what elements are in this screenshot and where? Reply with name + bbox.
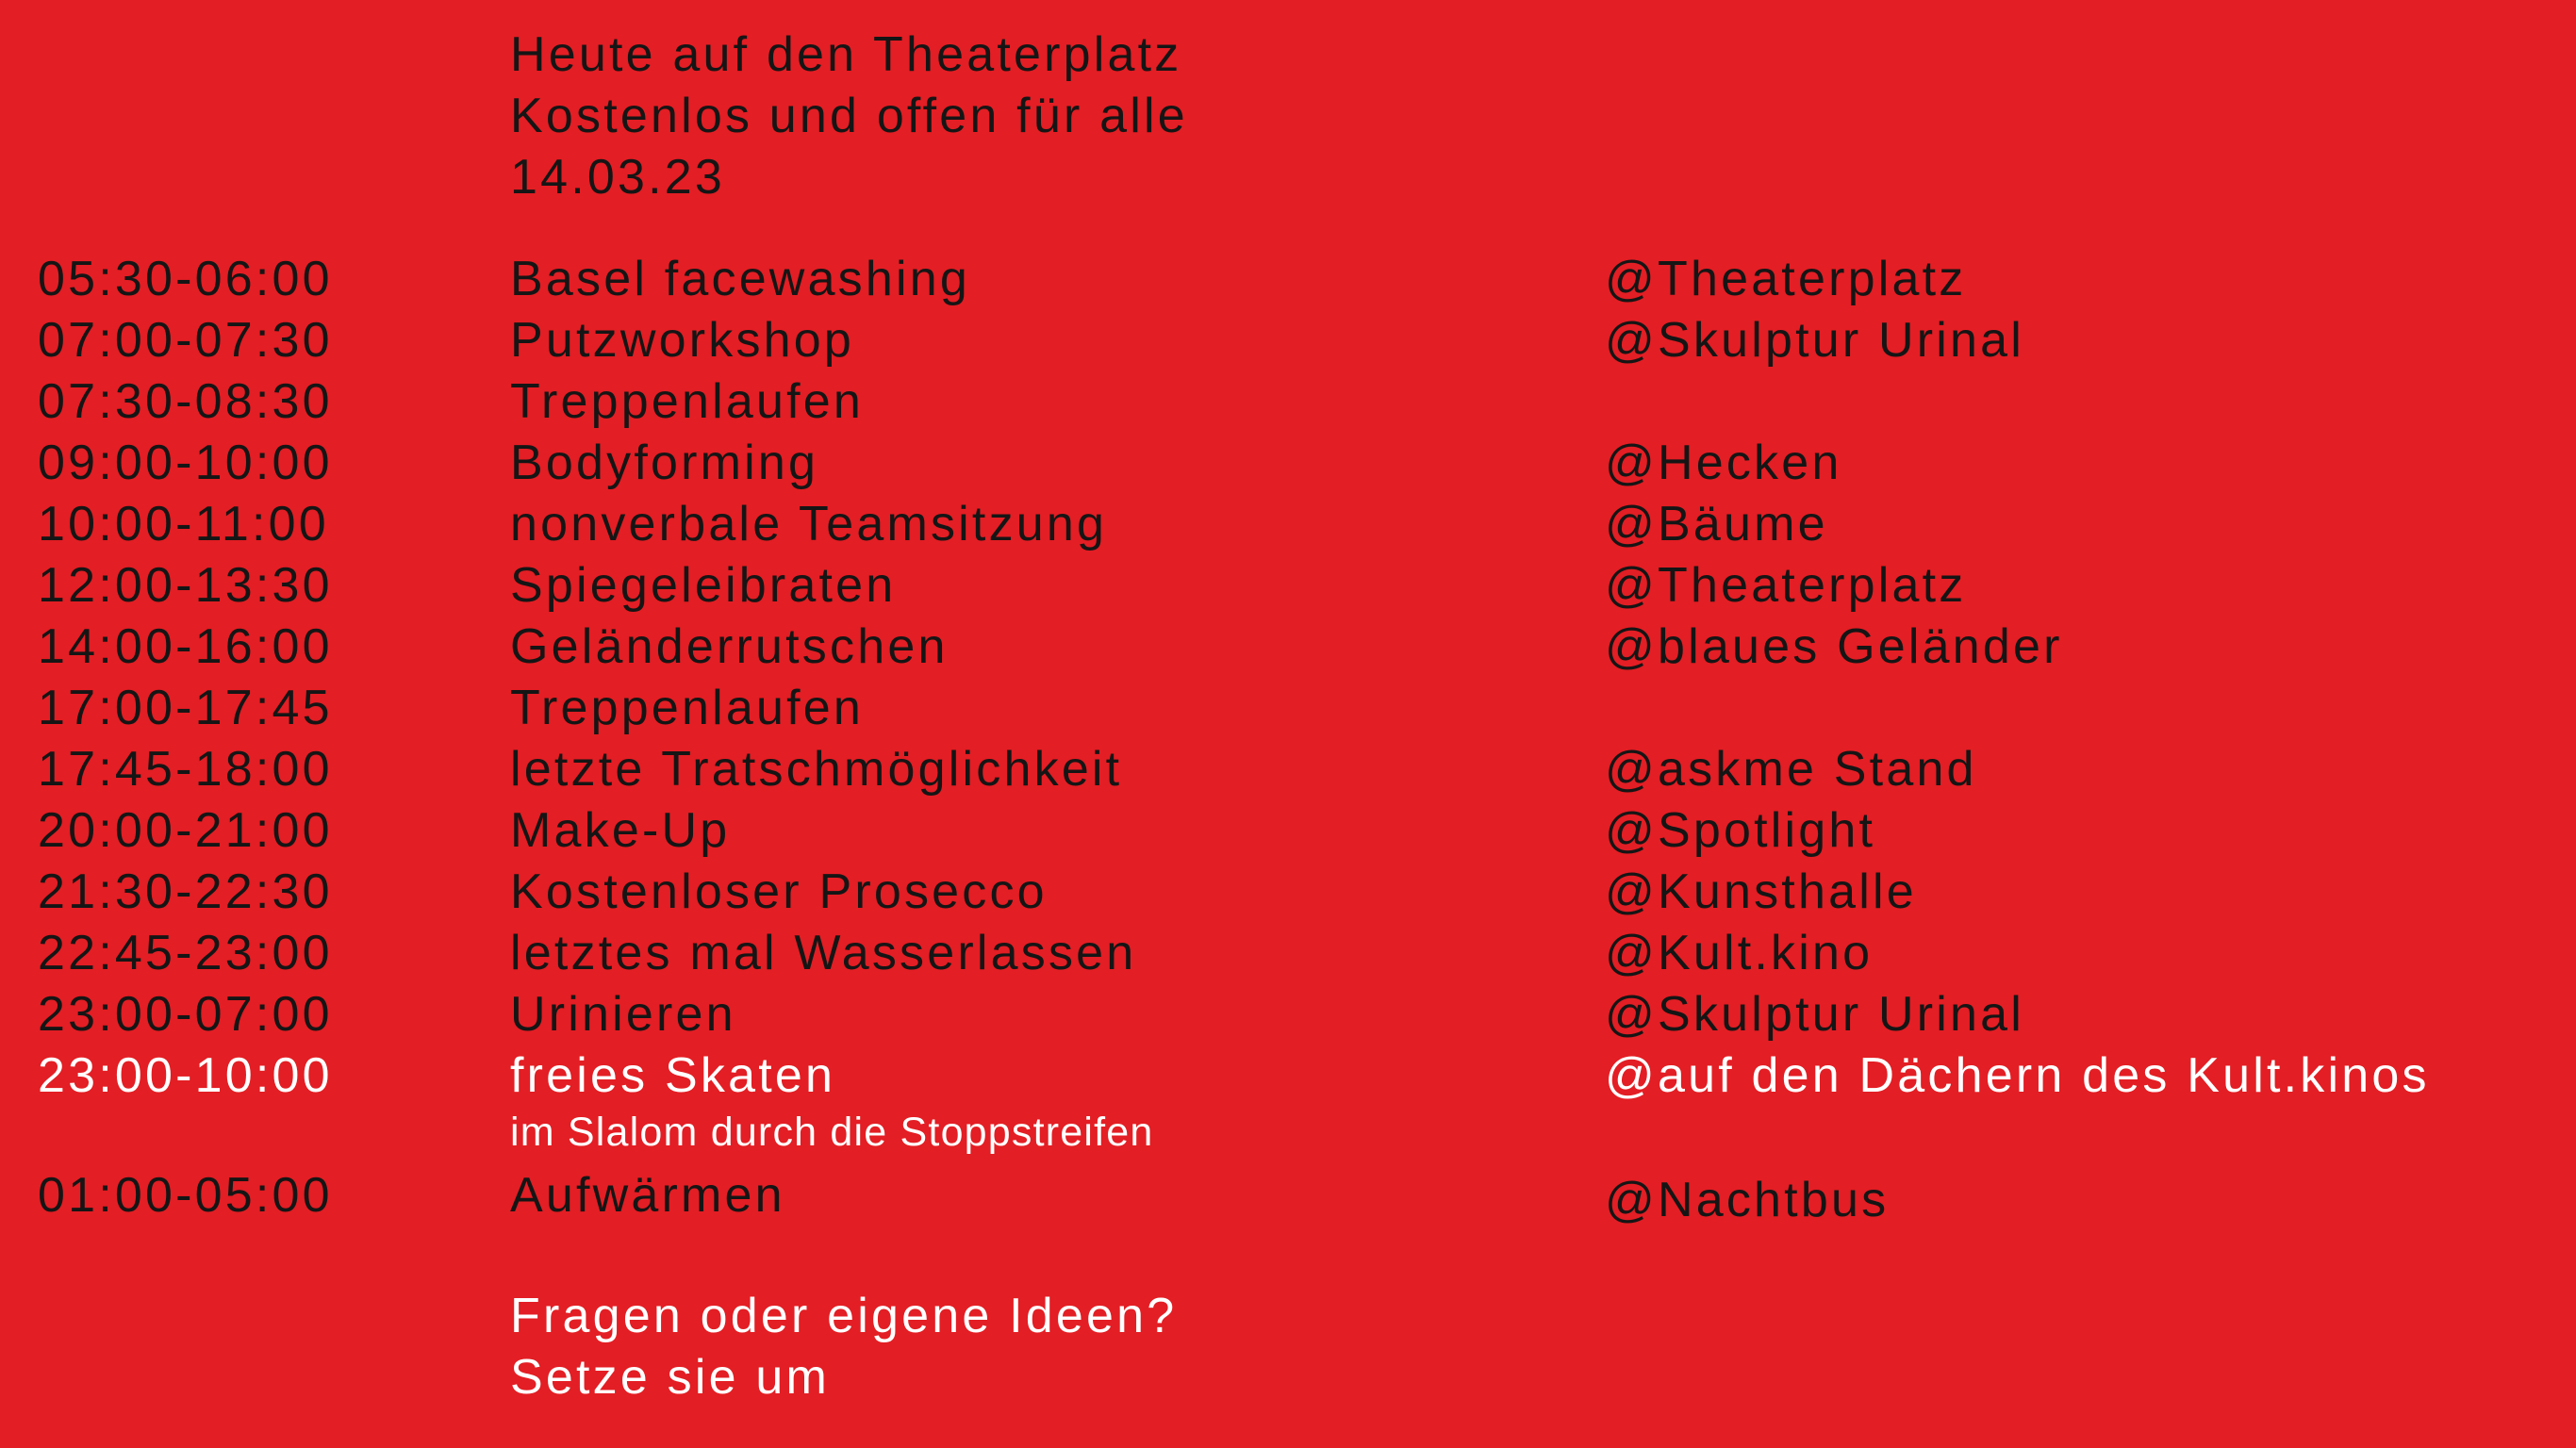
schedule-location: @Bäume bbox=[1605, 497, 1828, 551]
schedule-location: @Skulptur Urinal bbox=[1605, 987, 2025, 1042]
schedule-time: 20:00-21:00 bbox=[38, 803, 333, 858]
schedule-event: Kostenloser Prosecco bbox=[510, 864, 1048, 919]
schedule-time: 22:45-23:00 bbox=[38, 926, 333, 980]
footer-call-to-action: Setze sie um bbox=[510, 1350, 830, 1405]
schedule-time: 17:00-17:45 bbox=[38, 681, 333, 735]
schedule-time: 10:00-11:00 bbox=[38, 497, 329, 551]
schedule-time: 05:30-06:00 bbox=[38, 252, 333, 306]
schedule-location: @Theaterplatz bbox=[1605, 558, 1967, 613]
schedule-time: 07:30-08:30 bbox=[38, 374, 333, 429]
schedule-event: Bodyforming bbox=[510, 436, 819, 490]
schedule-time: 21:30-22:30 bbox=[38, 864, 333, 919]
schedule-time: 12:00-13:30 bbox=[38, 558, 333, 613]
schedule-time: 23:00-07:00 bbox=[38, 987, 333, 1042]
schedule-event: Putzworkshop bbox=[510, 313, 854, 368]
schedule-event: nonverbale Teamsitzung bbox=[510, 497, 1108, 551]
schedule-event: Urinieren bbox=[510, 987, 736, 1042]
schedule-event: letzte Tratschmöglichkeit bbox=[510, 742, 1123, 797]
schedule-time: 14:00-16:00 bbox=[38, 619, 333, 674]
schedule-location: @Theaterplatz bbox=[1605, 252, 1967, 306]
schedule-event: letztes mal Wasserlassen bbox=[510, 926, 1137, 980]
schedule-location: @blaues Geländer bbox=[1605, 619, 2063, 674]
schedule-location: @askme Stand bbox=[1605, 742, 1977, 797]
schedule-event-note: im Slalom durch die Stoppstreifen bbox=[510, 1110, 1154, 1155]
schedule-event: Treppenlaufen bbox=[510, 681, 865, 735]
schedule-location: @Kult.kino bbox=[1605, 926, 1874, 980]
schedule-event: Treppenlaufen bbox=[510, 374, 865, 429]
schedule-location: @auf den Dächern des Kult.kinos bbox=[1605, 1048, 2430, 1103]
schedule-event: Aufwärmen bbox=[510, 1168, 785, 1223]
schedule-event: freies Skaten bbox=[510, 1048, 836, 1103]
schedule-time: 09:00-10:00 bbox=[38, 436, 333, 490]
event-poster: Heute auf den Theaterplatz Kostenlos und… bbox=[0, 0, 2576, 1448]
schedule-location: @Hecken bbox=[1605, 436, 1842, 490]
footer-question: Fragen oder eigene Ideen? bbox=[510, 1289, 1178, 1343]
schedule-time: 01:00-05:00 bbox=[38, 1168, 333, 1223]
schedule-location: @Nachtbus bbox=[1605, 1173, 1890, 1227]
schedule-time: 17:45-18:00 bbox=[38, 742, 333, 797]
schedule-time: 07:00-07:30 bbox=[38, 313, 333, 368]
schedule-location: @Kunsthalle bbox=[1605, 864, 1917, 919]
schedule-location: @Spotlight bbox=[1605, 803, 1876, 858]
schedule-event: Spiegeleibraten bbox=[510, 558, 897, 613]
schedule-event: Make-Up bbox=[510, 803, 731, 858]
header-line-1: Heute auf den Theaterplatz bbox=[510, 27, 1182, 82]
schedule-event: Basel facewashing bbox=[510, 252, 970, 306]
schedule-location: @Skulptur Urinal bbox=[1605, 313, 2025, 368]
header-line-2: Kostenlos und offen für alle bbox=[510, 89, 1188, 143]
header-date: 14.03.23 bbox=[510, 150, 726, 205]
schedule-time: 23:00-10:00 bbox=[38, 1048, 333, 1103]
schedule-event: Geländerrutschen bbox=[510, 619, 949, 674]
